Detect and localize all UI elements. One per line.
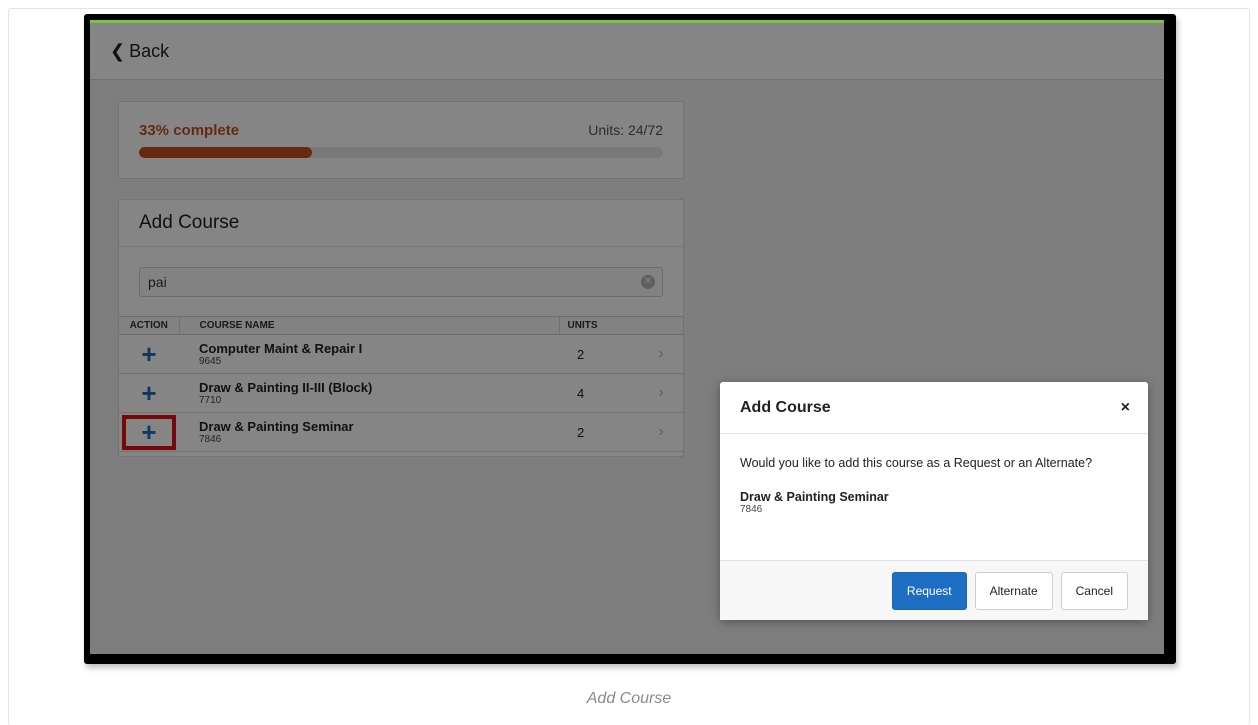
add-course-dialog: Add Course × Would you like to add this … [720, 382, 1148, 620]
dialog-title: Add Course [740, 398, 831, 416]
close-icon[interactable]: × [1121, 399, 1130, 417]
dialog-course-code: 7846 [740, 504, 763, 515]
cancel-button[interactable]: Cancel [1060, 571, 1128, 610]
dialog-body: Would you like to add this course as a R… [720, 434, 1148, 560]
dialog-header: Add Course × [720, 382, 1148, 434]
dialog-footer: Request Alternate Cancel [720, 560, 1148, 620]
alternate-button[interactable]: Alternate [974, 571, 1053, 610]
dialog-course-name: Draw & Painting Seminar [740, 490, 889, 504]
figure-caption: Add Course [586, 690, 672, 707]
request-button[interactable]: Request [891, 571, 967, 610]
dialog-question: Would you like to add this course as a R… [740, 456, 1093, 470]
